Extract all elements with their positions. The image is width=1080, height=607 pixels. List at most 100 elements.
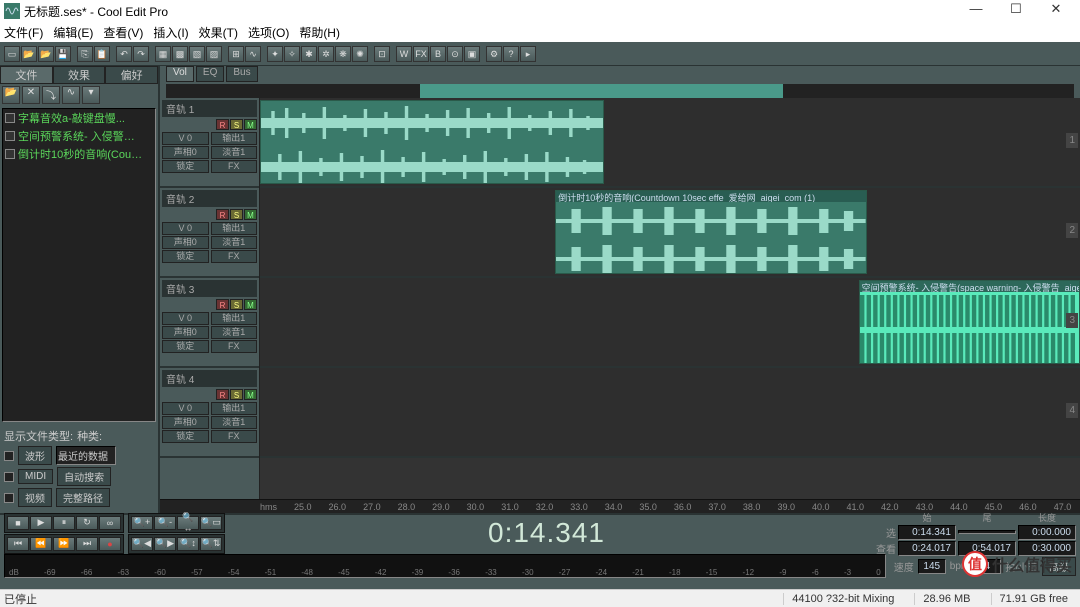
track1-mute[interactable]: M [244,119,257,130]
tool-a-icon[interactable]: ▦ [155,46,171,62]
zoom-in-button[interactable]: 🔍+ [131,516,153,530]
lp-edit-icon[interactable]: ∿ [62,86,80,104]
tool-k-icon[interactable]: ▣ [464,46,480,62]
menu-options[interactable]: 选项(O) [248,24,289,41]
tool-save-icon[interactable]: 💾 [55,46,71,62]
track1-rec[interactable]: R [216,119,229,130]
close-button[interactable]: ✕ [1036,1,1076,21]
track4-solo[interactable]: S [230,389,243,400]
menu-effects[interactable]: 效果(T) [199,24,238,41]
loop-button[interactable]: ∞ [99,516,121,530]
zoom-out-button[interactable]: 🔍- [154,516,176,530]
tool-c-icon[interactable]: ▧ [189,46,205,62]
viewtab-vol[interactable]: Vol [166,66,194,82]
tempo-advanced-button[interactable]: 高级 [1042,557,1076,576]
track3-rec[interactable]: R [216,299,229,310]
maximize-button[interactable]: ☐ [996,1,1036,21]
tool-settings-icon[interactable]: ⚙ [486,46,502,62]
tool-j-icon[interactable]: ✺ [352,46,368,62]
tool-d-icon[interactable]: ▨ [206,46,222,62]
track3-solo[interactable]: S [230,299,243,310]
viewtab-bus[interactable]: Bus [226,66,257,82]
zoom-full-button[interactable]: 🔍↔ [177,516,199,530]
clip-2[interactable]: 倒计时10秒的音响(Countdown 10sec effe_爱给网_aigei… [555,190,867,274]
track2-solo[interactable]: S [230,209,243,220]
tool-help-icon[interactable]: ? [503,46,519,62]
full-path-button[interactable]: 完整路径 [56,488,110,507]
tool-bpm-icon[interactable]: B [430,46,446,62]
lp-opts-icon[interactable]: ▾ [82,86,100,104]
menu-edit[interactable]: 编辑(E) [53,24,93,41]
lp-insert-icon[interactable]: ⤵ [42,86,60,104]
track4-mute[interactable]: M [244,389,257,400]
tool-open2-icon[interactable]: 📂 [38,46,54,62]
zoom-v-out-button[interactable]: 🔍⇅ [200,537,222,551]
chk-video[interactable] [4,493,14,503]
type-midi[interactable]: MIDI [18,469,53,484]
sel-end[interactable] [958,530,1016,534]
tab-files[interactable]: 文件 [0,66,53,84]
track-lane-4[interactable]: 4 [260,368,1080,458]
zoom-right-button[interactable]: 🔍▶ [154,537,176,551]
minimize-button[interactable]: — [956,1,996,21]
pause-button[interactable]: ⏸ [53,516,75,530]
tool-snap-icon[interactable]: ⊡ [374,46,390,62]
tool-open-icon[interactable]: 📂 [21,46,37,62]
tool-copy-icon[interactable]: ⎘ [77,46,93,62]
tool-group-icon[interactable]: ⊞ [228,46,244,62]
track2-mute[interactable]: M [244,209,257,220]
clip-3[interactable]: 空间预警系统- 入侵警告(space warning- 入侵警告_aigei… [859,280,1080,364]
track-lane-2[interactable]: 倒计时10秒的音响(Countdown 10sec effe_爱给网_aigei… [260,188,1080,278]
rewind-button[interactable]: ⏪ [30,537,52,551]
menu-help[interactable]: 帮助(H) [299,24,340,41]
tab-prefs[interactable]: 偏好 [105,66,158,84]
tab-effects[interactable]: 效果 [53,66,106,84]
stop-button[interactable]: ■ [7,516,29,530]
menu-view[interactable]: 查看(V) [103,24,143,41]
file-item-1[interactable]: 字幕音效a-敲键盘慢... [3,109,155,127]
chk-wave[interactable] [4,451,14,461]
tool-g-icon[interactable]: ✱ [301,46,317,62]
record-button[interactable]: ● [99,537,121,551]
chk-midi[interactable] [4,472,14,482]
file-item-2[interactable]: 空间预警系统- 入侵警… [3,127,155,145]
recent-select[interactable]: 最近的数据 [56,446,116,465]
tool-e-icon[interactable]: ✦ [267,46,283,62]
menu-file[interactable]: 文件(F) [4,24,43,41]
bpm-field[interactable]: 145 [918,559,946,574]
tool-undo-icon[interactable]: ↶ [116,46,132,62]
track3-mute[interactable]: M [244,299,257,310]
clip-1[interactable] [260,100,604,184]
tool-f-icon[interactable]: ✧ [284,46,300,62]
play-button[interactable]: ▶ [30,516,52,530]
zoom-sel-button[interactable]: 🔍▭ [200,516,222,530]
tool-paste-icon[interactable]: 📋 [94,46,110,62]
goto-end-button[interactable]: ⏭ [76,537,98,551]
viewtab-eq[interactable]: EQ [196,66,224,82]
type-video[interactable]: 视频 [18,488,52,507]
track4-rec[interactable]: R [216,389,229,400]
track-lane-1[interactable]: 1 [260,98,1080,188]
lp-open-icon[interactable]: 📂 [2,86,20,104]
lp-close-icon[interactable]: ✕ [22,86,40,104]
tool-wet-icon[interactable]: W [396,46,412,62]
session-overview[interactable] [166,84,1074,98]
type-wave[interactable]: 波形 [18,446,52,465]
playsel-button[interactable]: ↻ [76,516,98,530]
tool-i-icon[interactable]: ❋ [335,46,351,62]
file-item-3[interactable]: 倒计时10秒的音响(Cou… [3,145,155,163]
menu-insert[interactable]: 插入(I) [153,24,188,41]
beats-field[interactable]: 4 [973,559,1001,574]
goto-start-button[interactable]: ⏮ [7,537,29,551]
forward-button[interactable]: ⏩ [53,537,75,551]
sel-begin[interactable]: 0:14.341 [898,525,956,540]
tool-h-icon[interactable]: ✲ [318,46,334,62]
track2-rec[interactable]: R [216,209,229,220]
zoom-left-button[interactable]: 🔍◀ [131,537,153,551]
track1-solo[interactable]: S [230,119,243,130]
tool-env-icon[interactable]: ∿ [245,46,261,62]
sel-len[interactable]: 0:00.000 [1018,525,1076,540]
track-area[interactable]: 1 倒计时10秒的音响(Countdown 10sec effe_爱给网_aig… [260,98,1080,499]
auto-search-button[interactable]: 自动搜索 [57,467,111,486]
tool-b-icon[interactable]: ▩ [172,46,188,62]
